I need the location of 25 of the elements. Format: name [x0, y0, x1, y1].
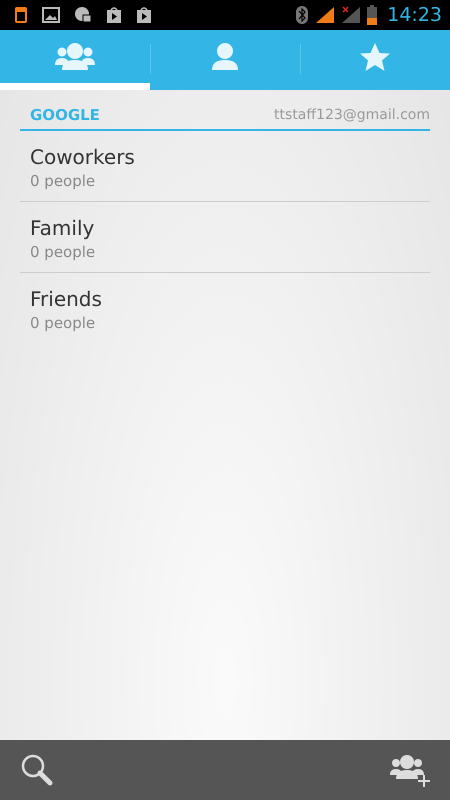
image-icon [42, 7, 60, 23]
sim-card-icon [14, 6, 28, 24]
search-button[interactable] [20, 753, 54, 787]
bluetooth-icon [295, 5, 310, 25]
search-icon [20, 753, 54, 787]
group-item[interactable]: Family 0 people [20, 202, 430, 273]
group-name: Coworkers [30, 145, 136, 169]
member-count: 0 people [30, 243, 96, 261]
play-store-icon [136, 6, 152, 24]
clock: 14:23 [387, 4, 442, 26]
no-signal-icon [341, 6, 362, 24]
member-count: 0 people [30, 314, 96, 332]
group-name: Family [30, 216, 96, 240]
group-name: Friends [30, 287, 103, 311]
play-store-icon [106, 6, 122, 24]
account-type: GOOGLE [30, 106, 100, 124]
groups-icon [55, 42, 95, 72]
group-item[interactable]: Friends 0 people [20, 273, 430, 343]
add-group-icon [390, 753, 430, 787]
account-email: ttstaff123@gmail.com [274, 106, 430, 122]
signal-icon [315, 6, 336, 24]
battery-icon [367, 5, 378, 25]
add-group-button[interactable] [390, 753, 430, 787]
member-count: 0 people [30, 172, 96, 190]
group-item[interactable]: Coworkers 0 people [20, 131, 430, 202]
